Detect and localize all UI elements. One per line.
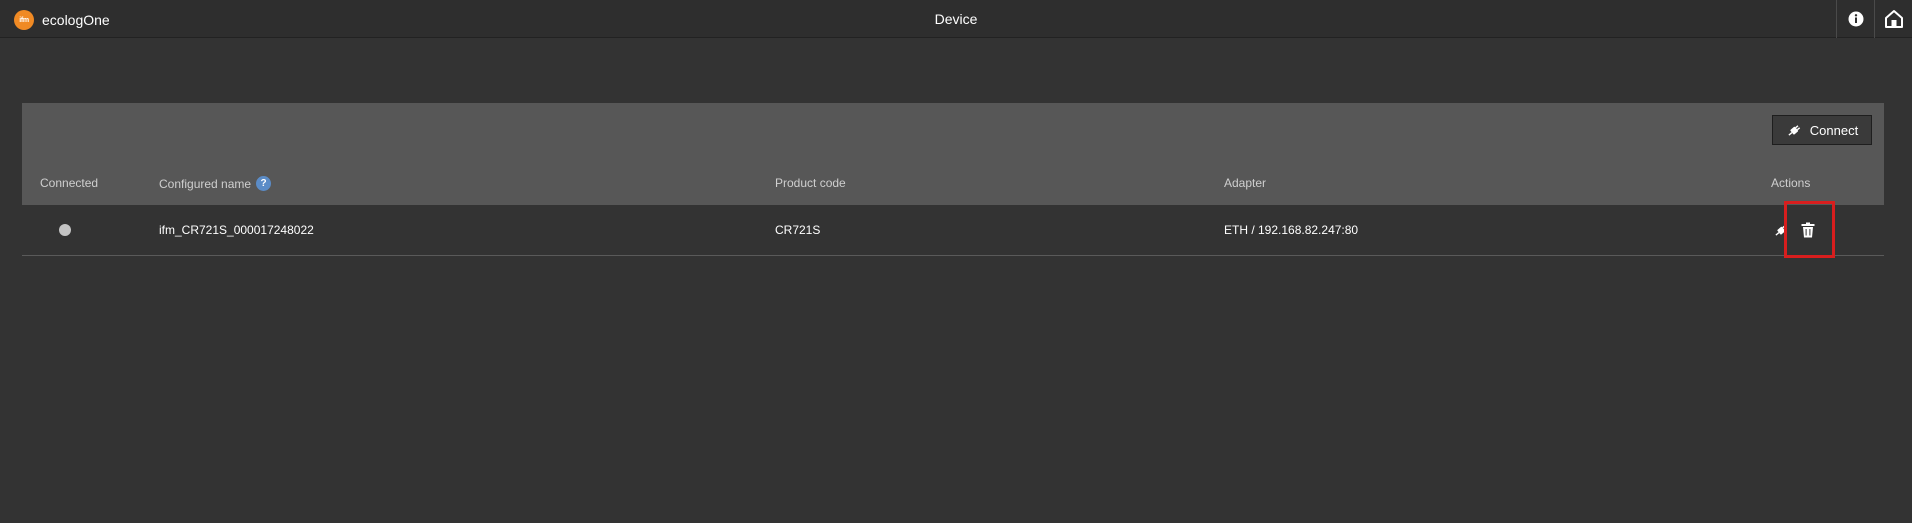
- info-button[interactable]: [1836, 0, 1874, 38]
- help-icon[interactable]: ?: [256, 176, 272, 191]
- page-title: Device: [934, 11, 978, 27]
- column-header-actions: Actions: [1771, 176, 1811, 190]
- brand: ifm ecologOne: [14, 10, 110, 30]
- ifm-logo-icon: ifm: [14, 10, 34, 30]
- device-table: Connect Connected Configured name ? Prod…: [22, 103, 1884, 256]
- table-row[interactable]: ifm_CR721S_000017248022 CR721S ETH / 192…: [22, 205, 1884, 256]
- column-header-product-code[interactable]: Product code: [775, 176, 846, 190]
- trash-icon: [1801, 222, 1815, 238]
- column-header-configured-name[interactable]: Configured name ?: [159, 176, 272, 191]
- connection-status-indicator: [59, 224, 71, 236]
- home-icon: [1884, 10, 1903, 28]
- connect-button-label: Connect: [1809, 122, 1859, 138]
- top-bar: ifm ecologOne Device: [0, 0, 1912, 38]
- plug-icon: [1775, 225, 1788, 236]
- configured-name-cell: ifm_CR721S_000017248022: [159, 223, 314, 237]
- connect-button[interactable]: Connect: [1772, 115, 1872, 145]
- table-header: Connect Connected Configured name ? Prod…: [22, 103, 1884, 205]
- plug-icon: [1788, 125, 1800, 136]
- app-title: ecologOne: [42, 12, 110, 28]
- adapter-cell: ETH / 192.168.82.247:80: [1224, 223, 1359, 237]
- connect-device-button[interactable]: [1772, 220, 1792, 240]
- column-header-adapter[interactable]: Adapter: [1224, 176, 1266, 190]
- column-header-configured-name-label: Configured name: [159, 176, 252, 191]
- top-actions: [1836, 0, 1912, 38]
- home-button[interactable]: [1874, 0, 1912, 38]
- delete-device-button[interactable]: [1798, 220, 1818, 240]
- column-header-connected[interactable]: Connected: [40, 176, 98, 190]
- product-code-cell: CR721S: [775, 223, 821, 237]
- info-icon: [1848, 11, 1863, 27]
